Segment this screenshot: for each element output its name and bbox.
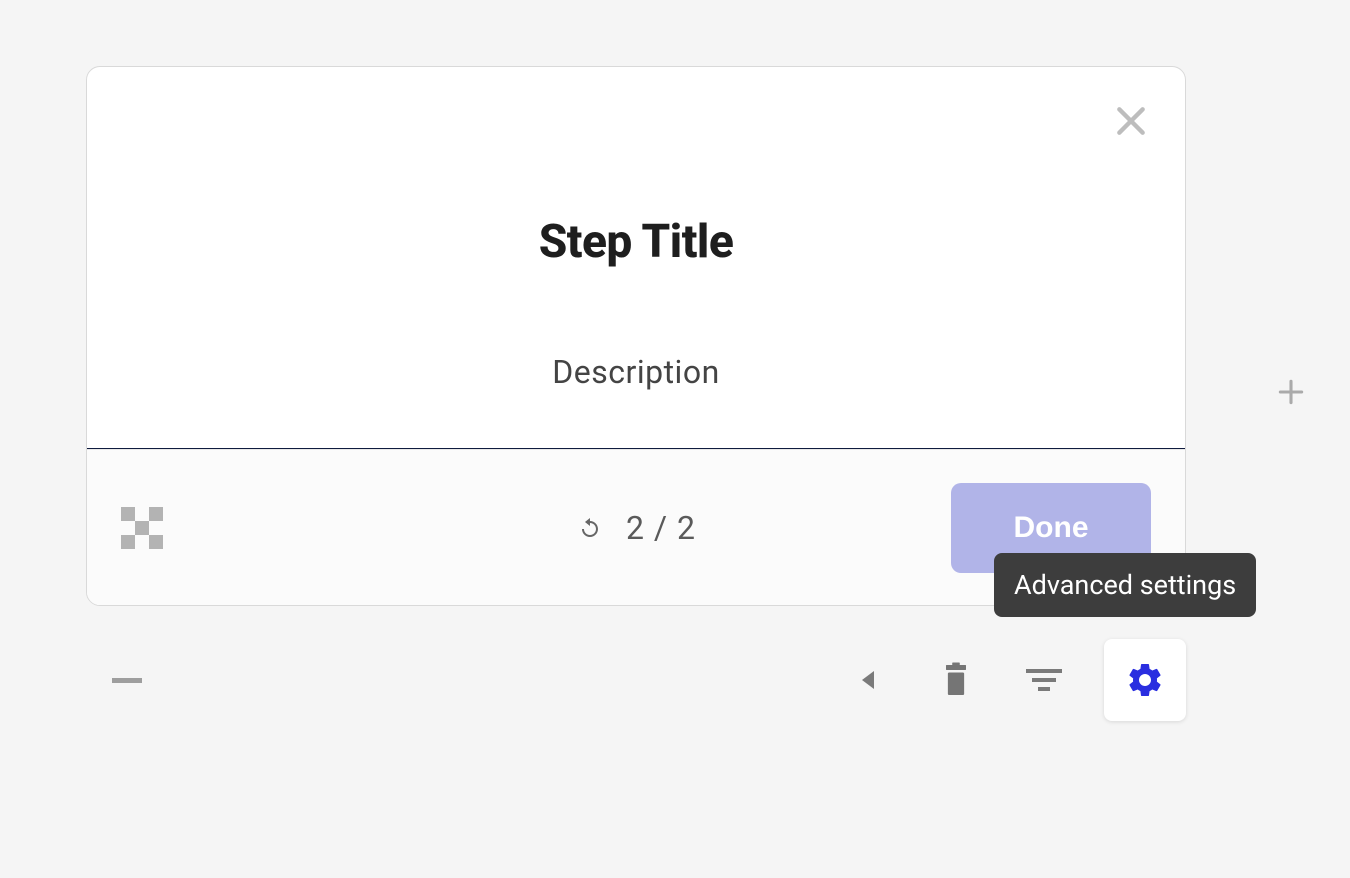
restart-icon — [578, 516, 602, 540]
bottom-left — [86, 678, 142, 683]
minus-icon[interactable] — [112, 678, 142, 683]
done-button-label: Done — [1014, 511, 1089, 545]
tooltip-text: Advanced settings — [1014, 569, 1236, 601]
plus-icon — [1275, 376, 1307, 408]
restart-button[interactable] — [576, 514, 604, 542]
close-icon — [1111, 101, 1151, 141]
bottom-right — [840, 639, 1186, 721]
bottom-toolbar — [86, 640, 1186, 720]
step-card: Step Title Description 2 / 2 Done — [86, 66, 1186, 606]
delete-button[interactable] — [928, 652, 984, 708]
collapse-left-icon — [862, 671, 874, 689]
filter-icon — [1026, 669, 1062, 691]
collapse-button[interactable] — [840, 652, 896, 708]
card-body: Step Title Description — [87, 67, 1185, 449]
footer-center: 2 / 2 — [576, 509, 696, 547]
trash-icon — [941, 662, 971, 698]
helpero-logo-icon[interactable] — [121, 507, 163, 549]
step-description[interactable]: Description — [552, 353, 720, 391]
advanced-settings-button[interactable] — [1104, 639, 1186, 721]
footer-left — [121, 507, 163, 549]
filter-button[interactable] — [1016, 652, 1072, 708]
tooltip-advanced-settings: Advanced settings — [994, 553, 1256, 617]
add-step-button[interactable] — [1273, 374, 1309, 410]
gear-icon — [1125, 660, 1165, 700]
close-button[interactable] — [1107, 97, 1155, 145]
step-counter: 2 / 2 — [626, 509, 696, 547]
step-title[interactable]: Step Title — [539, 215, 734, 269]
